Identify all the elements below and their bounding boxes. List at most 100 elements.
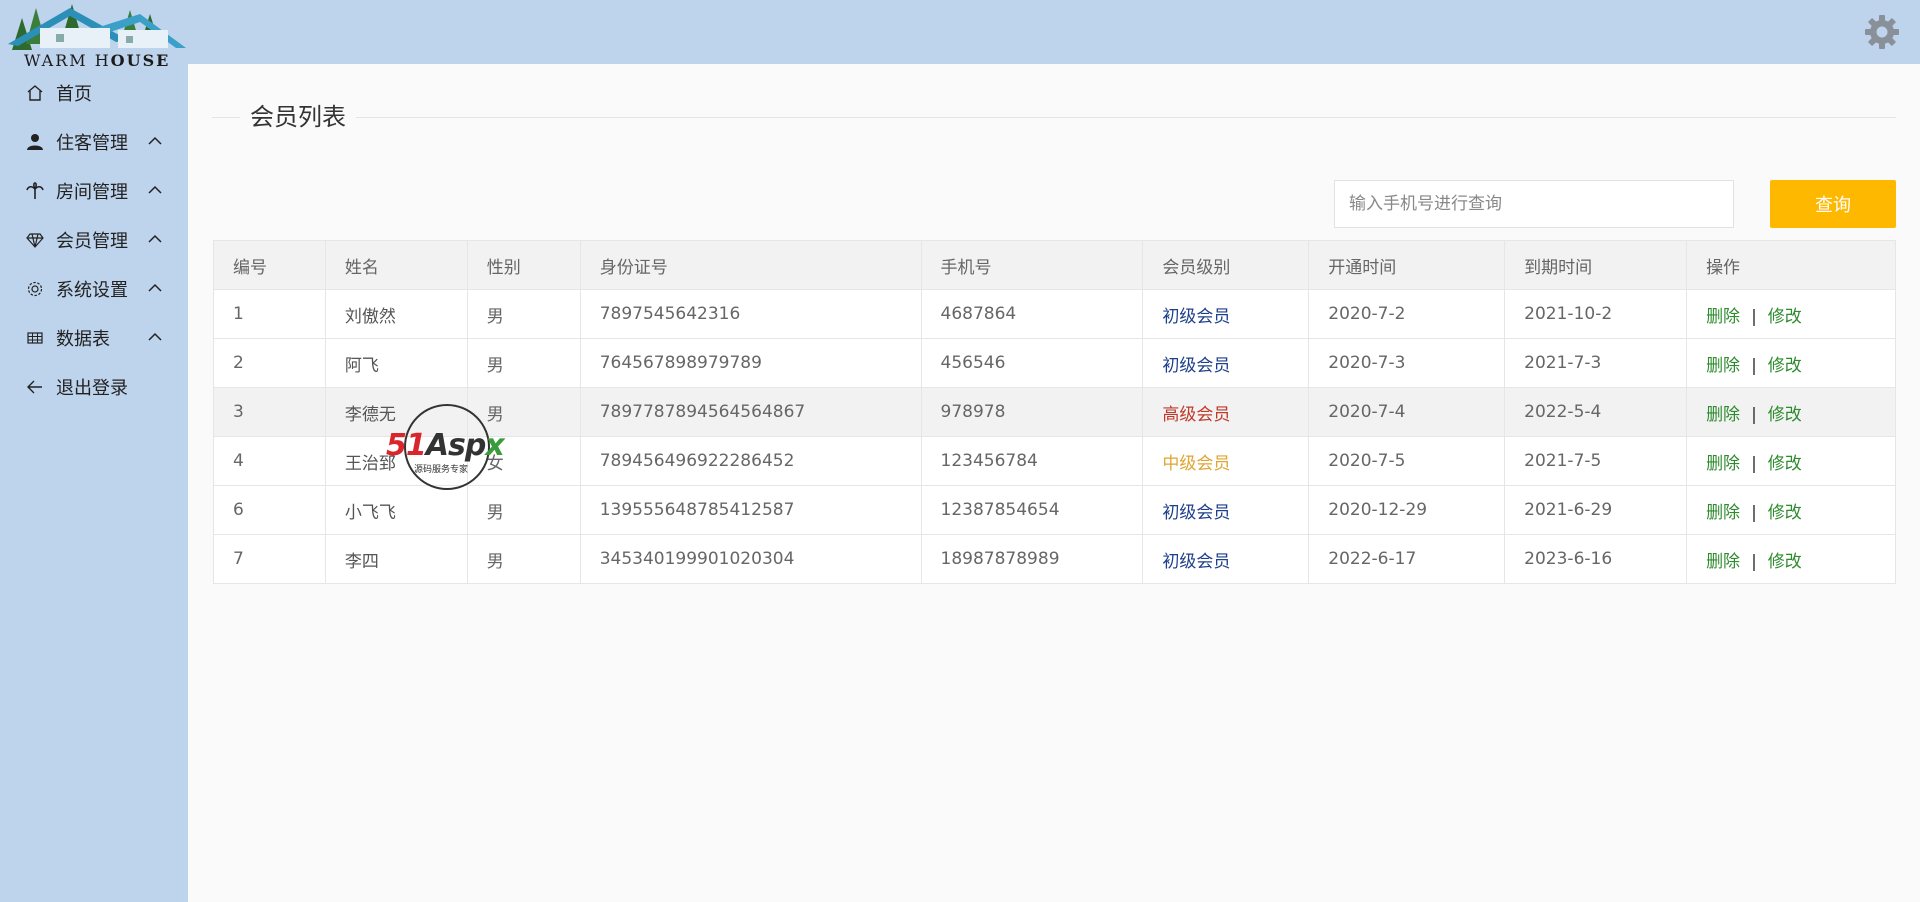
cell-id-card: 78945649692228645​2 <box>579 436 922 486</box>
column-header: 身份证号 <box>579 240 922 290</box>
cell-start-date: 2020-12-29 <box>1308 485 1506 535</box>
edit-link[interactable]: 修改 <box>1768 454 1802 474</box>
table-row: 6 小飞飞男 139555648785412587 12387854654 初级会员 20… <box>213 485 1896 535</box>
table-header-row: 编号 姓名 性别 身份证号 手机号 会员级别 开通时间 到期时间 操作 <box>213 240 1896 290</box>
cell-id-card: 7897545642316 <box>579 289 922 339</box>
cell-gender: 男 <box>466 534 581 584</box>
palm-icon <box>25 181 45 201</box>
sidebar-item-logout[interactable]: 退出登录 <box>0 362 188 411</box>
table-row: 3 李德无男 7897787894564564867 978978 高级会员 2020-7… <box>213 387 1896 437</box>
delete-link[interactable]: 删除 <box>1706 552 1740 572</box>
settings-icon <box>25 279 45 299</box>
cell-actions: 删除 | 修改 <box>1686 485 1896 535</box>
sidebar-item-label: 首页 <box>56 83 92 105</box>
cell-start-date: 2020-7-5 <box>1308 436 1506 486</box>
table-row: 4 王治郅女 78945649692228645​2 123456784 中级会员 202… <box>213 436 1896 486</box>
delete-link[interactable]: 删除 <box>1706 454 1740 474</box>
cell-level: 初级会员 <box>1142 338 1310 388</box>
edit-link[interactable]: 修改 <box>1768 405 1802 425</box>
diamond-icon <box>25 230 45 250</box>
sidebar-item-home[interactable]: 首页 <box>0 68 188 117</box>
house-logo-icon <box>8 4 186 50</box>
sidebar-item-members[interactable]: 会员管理 <box>0 215 188 264</box>
arrow-left-icon <box>25 377 45 397</box>
sidebar-item-settings[interactable]: 系统设置 <box>0 264 188 313</box>
edit-link[interactable]: 修改 <box>1768 552 1802 572</box>
cell-level: 初级会员 <box>1142 289 1310 339</box>
cell-end-date: 2021-7-3 <box>1504 338 1688 388</box>
top-header <box>188 0 1920 64</box>
cell-id: 4 <box>213 436 326 486</box>
divider <box>212 117 1896 118</box>
brand-logo[interactable]: WARM HOUSE <box>0 0 188 70</box>
cell-end-date: 2022-5-4 <box>1504 387 1688 437</box>
action-separator: | <box>1751 306 1757 327</box>
sidebar-item-datatable[interactable]: 数据表 <box>0 313 188 362</box>
cell-gender: 女 <box>466 436 581 486</box>
member-table: 编号 姓名 性别 身份证号 手机号 会员级别 开通时间 到期时间 操作 1 刘傲然男 7897545… <box>213 240 1896 584</box>
cell-actions: 删除 | 修改 <box>1686 338 1896 388</box>
action-separator: | <box>1751 551 1757 572</box>
cell-phone: 978978 <box>920 387 1144 437</box>
column-header: 到期时间 <box>1504 240 1688 290</box>
delete-link[interactable]: 删除 <box>1706 405 1740 425</box>
cell-phone: 123456784 <box>920 436 1144 486</box>
sidebar-item-label: 房间管理 <box>56 181 128 203</box>
cell-id: 3 <box>213 387 326 437</box>
cell-actions: 删除 | 修改 <box>1686 534 1896 584</box>
column-header: 性别 <box>466 240 581 290</box>
sidebar-item-guests[interactable]: 住客管理 <box>0 117 188 166</box>
delete-link[interactable]: 删除 <box>1706 356 1740 376</box>
action-separator: | <box>1751 453 1757 474</box>
cell-gender: 男 <box>466 338 581 388</box>
home-icon <box>25 83 45 103</box>
cell-name: 李德无 <box>324 387 468 437</box>
cell-id: 6 <box>213 485 326 535</box>
cell-start-date: 2020-7-2 <box>1308 289 1506 339</box>
gear-icon[interactable] <box>1864 14 1900 50</box>
sidebar-item-label: 住客管理 <box>56 132 128 154</box>
column-header: 会员级别 <box>1142 240 1310 290</box>
cell-end-date: 2021-6-29 <box>1504 485 1688 535</box>
cell-start-date: 2020-7-4 <box>1308 387 1506 437</box>
cell-gender: 男 <box>466 289 581 339</box>
edit-link[interactable]: 修改 <box>1768 503 1802 523</box>
delete-link[interactable]: 删除 <box>1706 307 1740 327</box>
cell-name: 王治郅 <box>324 436 468 486</box>
edit-link[interactable]: 修改 <box>1768 307 1802 327</box>
cell-actions: 删除 | 修改 <box>1686 436 1896 486</box>
cell-actions: 删除 | 修改 <box>1686 387 1896 437</box>
chevron-up-icon <box>146 328 164 346</box>
sidebar-nav: 首页 住客管理 房间管理 会员管理 系统设置 数据表 退出登录 <box>0 68 188 411</box>
cell-id: 7 <box>213 534 326 584</box>
cell-id-card: 139555648785412587 <box>579 485 922 535</box>
chevron-up-icon <box>146 279 164 297</box>
cell-level: 中级会员 <box>1142 436 1310 486</box>
cell-id-card: 7897787894564564867 <box>579 387 922 437</box>
column-header: 姓名 <box>324 240 468 290</box>
cell-id-card: 345340199901020304 <box>579 534 922 584</box>
edit-link[interactable]: 修改 <box>1768 356 1802 376</box>
cell-id-card: 764567898979789 <box>579 338 922 388</box>
cell-name: 小飞飞 <box>324 485 468 535</box>
search-button[interactable]: 查询 <box>1770 180 1896 228</box>
cell-gender: 男 <box>466 387 581 437</box>
delete-link[interactable]: 删除 <box>1706 503 1740 523</box>
table-body: 1 刘傲然男 7897545642316 4687864 初级会员 2020-7-2 202… <box>213 289 1896 584</box>
sidebar-item-rooms[interactable]: 房间管理 <box>0 166 188 215</box>
cell-level: 初级会员 <box>1142 534 1310 584</box>
sidebar-item-label: 数据表 <box>56 328 110 350</box>
cell-phone: 18987878989 <box>920 534 1144 584</box>
user-icon <box>25 132 45 152</box>
cell-name: 李四 <box>324 534 468 584</box>
column-header: 操作 <box>1686 240 1896 290</box>
sidebar-item-label: 会员管理 <box>56 230 128 252</box>
sidebar-item-label: 退出登录 <box>56 377 128 399</box>
cell-phone: 4687864 <box>920 289 1144 339</box>
page-title: 会员列表 <box>240 100 356 134</box>
cell-id: 1 <box>213 289 326 339</box>
cell-start-date: 2022-6-17 <box>1308 534 1506 584</box>
cell-phone: 456546 <box>920 338 1144 388</box>
chevron-up-icon <box>146 132 164 150</box>
phone-search-input[interactable] <box>1334 180 1734 228</box>
